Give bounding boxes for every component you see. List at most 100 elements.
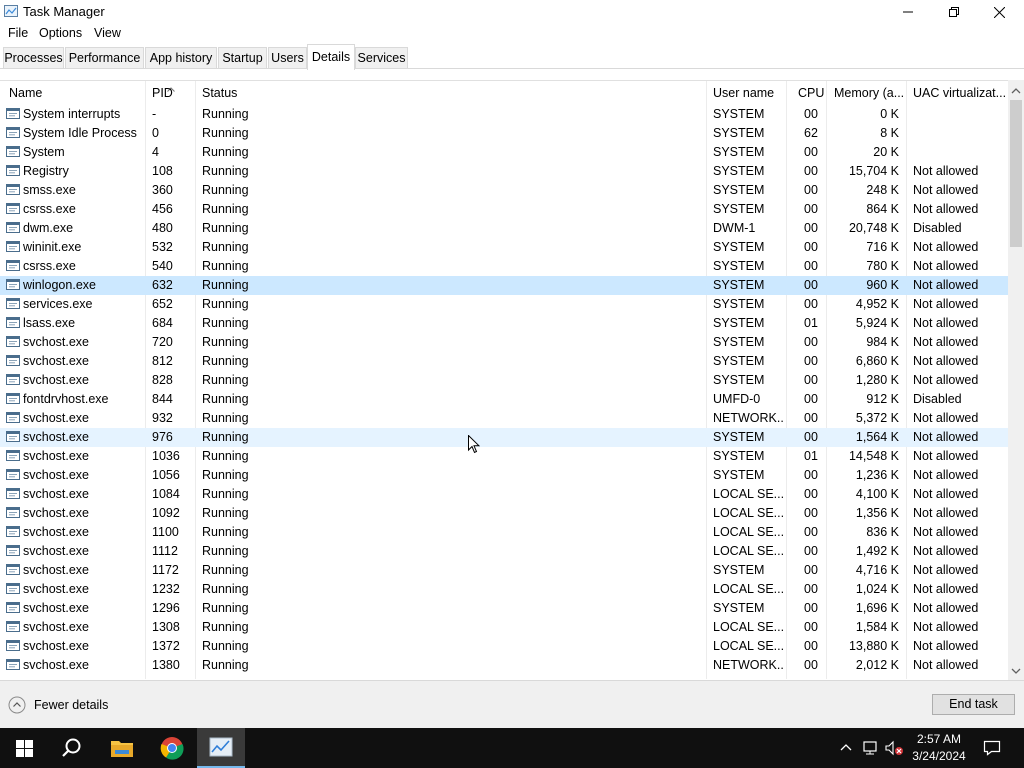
- table-row[interactable]: svchost.exe 1112 Running LOCAL SE... 00 1,492…: [0, 542, 1008, 561]
- process-icon: [6, 203, 20, 214]
- tab-processes[interactable]: Processes: [3, 47, 64, 68]
- table-row[interactable]: svchost.exe 976 Running SYSTEM 00 1,564 K Not …: [0, 428, 1008, 447]
- process-uac-virtualization: Not allowed: [913, 468, 979, 482]
- clock-date: 3/24/2024: [912, 749, 966, 763]
- tab-app-history[interactable]: App history: [145, 47, 217, 68]
- table-row[interactable]: svchost.exe 1100 Running LOCAL SE... 00 836 K…: [0, 523, 1008, 542]
- process-name: wininit.exe: [23, 240, 82, 254]
- table-row[interactable]: fontdrvhost.exe 844 Running UMFD-0 00 912 K Di…: [0, 390, 1008, 409]
- fewer-details-button[interactable]: Fewer details: [8, 695, 108, 715]
- table-row[interactable]: svchost.exe 1296 Running SYSTEM 00 1,696 K Not…: [0, 599, 1008, 618]
- table-row[interactable]: svchost.exe 1380 Running NETWORK... 00 2,012 …: [0, 656, 1008, 675]
- tab-users[interactable]: Users: [268, 47, 307, 68]
- table-row[interactable]: svchost.exe 1372 Running LOCAL SE... 00 13,88…: [0, 637, 1008, 656]
- chrome-button[interactable]: [148, 728, 196, 768]
- table-row[interactable]: System Idle Process 0 Running SYSTEM 62 8 K: [0, 124, 1008, 143]
- table-row[interactable]: System interrupts - Running SYSTEM 00 0 K: [0, 105, 1008, 124]
- tab-details[interactable]: Details: [307, 44, 355, 70]
- table-row[interactable]: wininit.exe 532 Running SYSTEM 00 716 K Not al…: [0, 238, 1008, 257]
- fewer-details-label: Fewer details: [34, 698, 109, 712]
- start-button[interactable]: [0, 728, 48, 768]
- menu-view[interactable]: View: [94, 26, 121, 40]
- table-row[interactable]: svchost.exe 1084 Running LOCAL SE... 00 4,100…: [0, 485, 1008, 504]
- process-icon: [6, 526, 20, 537]
- process-cpu: 00: [804, 620, 818, 634]
- column-header-user-name[interactable]: User name: [713, 86, 785, 100]
- tab-startup[interactable]: Startup: [218, 47, 267, 68]
- task-manager-taskbar-button[interactable]: [197, 728, 245, 768]
- process-memory: 1,236 K: [855, 468, 899, 482]
- table-row[interactable]: System 4 Running SYSTEM 00 20 K: [0, 143, 1008, 162]
- column-header-cpu[interactable]: CPU: [798, 86, 824, 100]
- table-row[interactable]: dwm.exe 480 Running DWM-1 00 20,748 K Disabled: [0, 219, 1008, 238]
- notification-center-icon[interactable]: [982, 738, 1002, 758]
- restore-button[interactable]: [931, 0, 977, 24]
- column-header-pid[interactable]: PID: [152, 86, 192, 100]
- column-header-uac[interactable]: UAC virtualizat...: [913, 86, 1005, 100]
- process-pid: 1036: [152, 449, 180, 463]
- table-row[interactable]: services.exe 652 Running SYSTEM 00 4,952 K Not…: [0, 295, 1008, 314]
- table-row[interactable]: svchost.exe 1308 Running LOCAL SE... 00 1,584…: [0, 618, 1008, 637]
- table-row[interactable]: csrss.exe 540 Running SYSTEM 00 780 K Not allo…: [0, 257, 1008, 276]
- column-header-name[interactable]: Name: [9, 86, 139, 100]
- process-user-name: SYSTEM: [713, 278, 765, 292]
- process-pid: 108: [152, 164, 173, 178]
- table-row[interactable]: smss.exe 360 Running SYSTEM 00 248 K Not allow…: [0, 181, 1008, 200]
- process-user-name: LOCAL SE...: [713, 506, 783, 520]
- scroll-down-arrow-icon[interactable]: [1008, 664, 1024, 678]
- process-cpu: 00: [804, 183, 818, 197]
- process-pid: 684: [152, 316, 173, 330]
- file-explorer-button[interactable]: [98, 728, 146, 768]
- file-explorer-icon: [111, 741, 133, 757]
- process-name: svchost.exe: [23, 563, 90, 577]
- column-header-memory[interactable]: Memory (a...: [834, 86, 904, 100]
- process-status: Running: [202, 354, 249, 368]
- table-row[interactable]: svchost.exe 1232 Running LOCAL SE... 00 1,024…: [0, 580, 1008, 599]
- scroll-up-arrow-icon[interactable]: [1008, 84, 1024, 98]
- table-row[interactable]: svchost.exe 828 Running SYSTEM 00 1,280 K Not …: [0, 371, 1008, 390]
- table-row[interactable]: svchost.exe 932 Running NETWORK... 00 5,372 K…: [0, 409, 1008, 428]
- table-row[interactable]: svchost.exe 1092 Running LOCAL SE... 00 1,356…: [0, 504, 1008, 523]
- table-row[interactable]: svchost.exe 1056 Running SYSTEM 00 1,236 K Not…: [0, 466, 1008, 485]
- process-pid: 1380: [152, 658, 180, 672]
- process-user-name: LOCAL SE...: [713, 487, 783, 501]
- table-row[interactable]: svchost.exe 1036 Running SYSTEM 01 14,548 K No…: [0, 447, 1008, 466]
- process-icon: [6, 621, 20, 632]
- process-cpu: 00: [804, 468, 818, 482]
- process-pid: 1084: [152, 487, 180, 501]
- column-header-status[interactable]: Status: [202, 86, 702, 100]
- taskbar-clock[interactable]: 2:57 AM 3/24/2024: [900, 731, 978, 765]
- tab-services[interactable]: Services: [355, 47, 408, 68]
- search-button[interactable]: [48, 728, 96, 768]
- show-hidden-icons-chevron-icon[interactable]: [836, 738, 856, 758]
- process-pid: 4: [152, 145, 159, 159]
- process-memory: 716 K: [866, 240, 899, 254]
- menu-options[interactable]: Options: [39, 26, 82, 40]
- process-memory: 836 K: [866, 525, 899, 539]
- process-name: svchost.exe: [23, 468, 90, 482]
- table-row[interactable]: csrss.exe 456 Running SYSTEM 00 864 K Not allo…: [0, 200, 1008, 219]
- process-pid: 532: [152, 240, 173, 254]
- process-memory: 6,860 K: [855, 354, 899, 368]
- process-memory: 8 K: [880, 126, 899, 140]
- table-row[interactable]: winlogon.exe 632 Running SYSTEM 00 960 K Not a…: [0, 276, 1008, 295]
- scrollbar-thumb[interactable]: [1010, 100, 1022, 247]
- process-name: System interrupts: [23, 107, 121, 121]
- end-task-button[interactable]: End task: [932, 694, 1015, 715]
- process-status: Running: [202, 449, 249, 463]
- tab-strip: Processes Performance App history Startu…: [0, 44, 1024, 70]
- process-uac-virtualization: Not allowed: [913, 601, 979, 615]
- table-row[interactable]: lsass.exe 684 Running SYSTEM 01 5,924 K Not al…: [0, 314, 1008, 333]
- process-user-name: SYSTEM: [713, 354, 765, 368]
- table-row[interactable]: svchost.exe 1172 Running SYSTEM 00 4,716 K Not…: [0, 561, 1008, 580]
- table-row[interactable]: Registry 108 Running SYSTEM 00 15,704 K Not al…: [0, 162, 1008, 181]
- vertical-scrollbar[interactable]: [1008, 80, 1024, 680]
- table-row[interactable]: svchost.exe 812 Running SYSTEM 00 6,860 K Not …: [0, 352, 1008, 371]
- close-button[interactable]: [976, 0, 1022, 24]
- network-icon[interactable]: [860, 738, 880, 758]
- menu-file[interactable]: File: [8, 26, 28, 40]
- tab-performance[interactable]: Performance: [65, 47, 144, 68]
- minimize-button[interactable]: [885, 0, 931, 24]
- table-row[interactable]: svchost.exe 720 Running SYSTEM 00 984 K Not al…: [0, 333, 1008, 352]
- process-name: svchost.exe: [23, 487, 90, 501]
